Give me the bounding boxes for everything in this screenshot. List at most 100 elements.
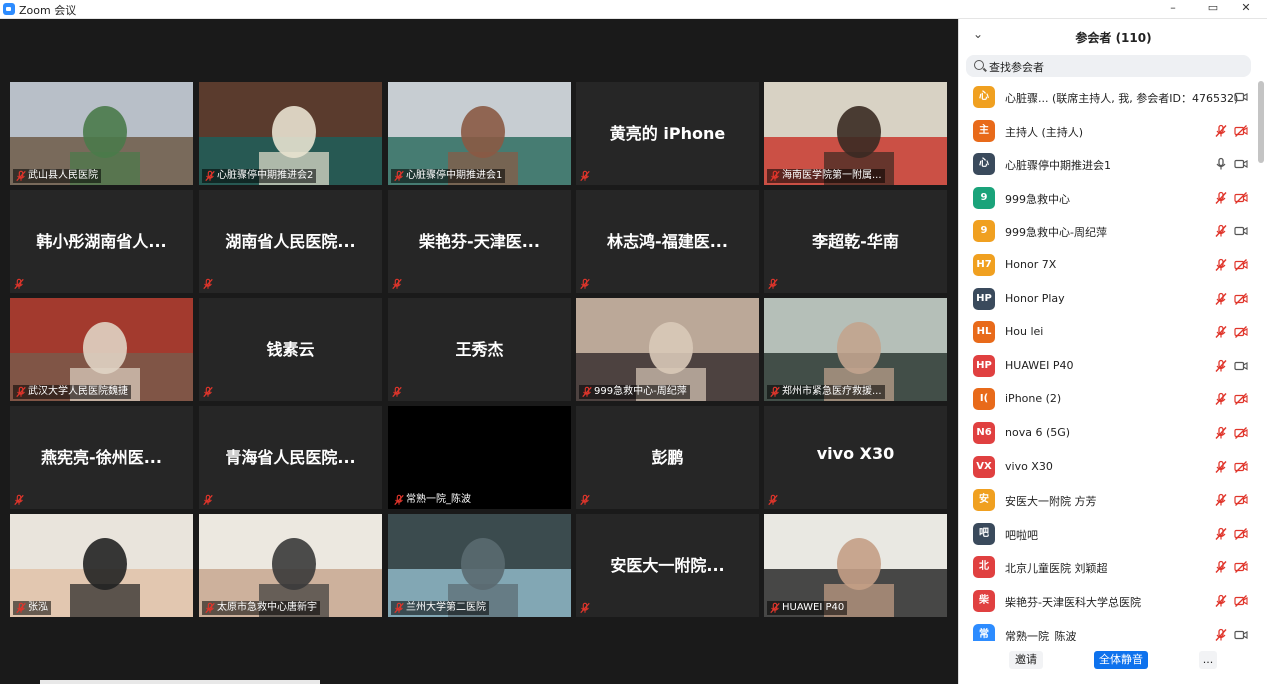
search-participants-input[interactable]: 查找参会者 <box>966 55 1251 77</box>
participant-row[interactable]: H7 Honor 7X <box>959 249 1254 282</box>
participant-row[interactable]: 心心脏骤... (联席主持人, 我, 参会者ID：476532) <box>959 81 1254 114</box>
muted-mic-icon[interactable] <box>1214 460 1228 474</box>
more-button[interactable]: ... <box>1199 651 1217 669</box>
participant-row[interactable]: I(iPhone (2) <box>959 383 1254 416</box>
muted-mic-icon[interactable] <box>202 494 214 506</box>
participant-row[interactable]: HP HUAWEI P40 <box>959 350 1254 383</box>
video-tile[interactable]: 心脏骤停中期推进会2 <box>199 82 382 185</box>
muted-mic-icon[interactable] <box>767 494 779 506</box>
video-tile[interactable]: 郑州市紧急医疗救援... <box>764 298 947 401</box>
video-off-icon[interactable] <box>1234 426 1248 440</box>
video-tile[interactable]: 张泓 <box>10 514 193 617</box>
muted-mic-icon[interactable] <box>769 170 781 182</box>
muted-mic-icon[interactable] <box>581 386 593 398</box>
muted-mic-icon[interactable] <box>769 602 781 614</box>
participant-list-scrollbar[interactable] <box>1257 81 1265 641</box>
muted-mic-icon[interactable] <box>1214 191 1228 205</box>
video-icon[interactable] <box>1234 157 1248 171</box>
video-tile[interactable]: 黄亮的 iPhone <box>576 82 759 185</box>
muted-mic-icon[interactable] <box>393 494 405 506</box>
video-off-icon[interactable] <box>1234 392 1248 406</box>
video-tile[interactable]: vivo X30 <box>764 406 947 509</box>
participant-row[interactable]: 安安医大一附院 方芳 <box>959 484 1254 517</box>
video-tile[interactable]: 武山县人民医院 <box>10 82 193 185</box>
muted-mic-icon[interactable] <box>1214 325 1228 339</box>
video-tile[interactable]: 柴艳芬-天津医... <box>388 190 571 293</box>
muted-mic-icon[interactable] <box>579 278 591 290</box>
video-off-icon[interactable] <box>1234 594 1248 608</box>
video-tile[interactable]: 太原市急救中心唐新宇 <box>199 514 382 617</box>
video-tile[interactable]: 林志鸿-福建医... <box>576 190 759 293</box>
muted-mic-icon[interactable] <box>202 278 214 290</box>
muted-mic-icon[interactable] <box>767 278 779 290</box>
video-tile[interactable]: 海南医学院第一附属... <box>764 82 947 185</box>
participant-row[interactable]: HL Hou lei <box>959 316 1254 349</box>
video-off-icon[interactable] <box>1234 292 1248 306</box>
muted-mic-icon[interactable] <box>1214 224 1228 238</box>
video-off-icon[interactable] <box>1234 191 1248 205</box>
muted-mic-icon[interactable] <box>393 602 405 614</box>
video-off-icon[interactable] <box>1234 460 1248 474</box>
minimize-button[interactable]: – <box>1160 0 1186 18</box>
muted-mic-icon[interactable] <box>1214 392 1228 406</box>
maximize-button[interactable]: ▭ <box>1200 0 1226 18</box>
video-tile[interactable]: 湖南省人民医院... <box>199 190 382 293</box>
video-tile[interactable]: 999急救中心-周纪萍 <box>576 298 759 401</box>
participant-row[interactable]: 吧吧啦吧 <box>959 518 1254 551</box>
muted-mic-icon[interactable] <box>579 602 591 614</box>
muted-mic-icon[interactable] <box>204 170 216 182</box>
muted-mic-icon[interactable] <box>391 278 403 290</box>
video-tile[interactable]: 安医大一附院... <box>576 514 759 617</box>
muted-mic-icon[interactable] <box>15 170 27 182</box>
video-off-icon[interactable] <box>1234 258 1248 272</box>
muted-mic-icon[interactable] <box>1214 594 1228 608</box>
muted-mic-icon[interactable] <box>1214 258 1228 272</box>
mic-icon[interactable] <box>1214 157 1228 171</box>
muted-mic-icon[interactable] <box>15 602 27 614</box>
video-icon[interactable] <box>1234 359 1248 373</box>
video-off-icon[interactable] <box>1234 325 1248 339</box>
mute-all-button[interactable]: 全体静音 <box>1094 651 1148 669</box>
video-tile[interactable]: 心脏骤停中期推进会1 <box>388 82 571 185</box>
muted-mic-icon[interactable] <box>13 494 25 506</box>
video-tile[interactable]: 李超乾-华南 <box>764 190 947 293</box>
close-button[interactable]: ✕ <box>1233 0 1259 18</box>
muted-mic-icon[interactable] <box>1214 560 1228 574</box>
video-icon[interactable] <box>1234 224 1248 238</box>
scrollbar-thumb[interactable] <box>1258 81 1264 163</box>
participant-row[interactable]: 常常熟一院_陈波 <box>959 619 1254 641</box>
video-off-icon[interactable] <box>1234 560 1248 574</box>
participant-row[interactable]: 心心脏骤停中期推进会1 <box>959 148 1254 181</box>
muted-mic-icon[interactable] <box>204 602 216 614</box>
muted-mic-icon[interactable] <box>579 494 591 506</box>
participant-row[interactable]: 主主持人 (主持人) <box>959 115 1254 148</box>
video-tile[interactable]: 青海省人民医院... <box>199 406 382 509</box>
video-tile[interactable]: 王秀杰 <box>388 298 571 401</box>
participant-row[interactable]: 9 999急救中心-周纪萍 <box>959 215 1254 248</box>
muted-mic-icon[interactable] <box>393 170 405 182</box>
participant-row[interactable]: HP Honor Play <box>959 283 1254 316</box>
participant-row[interactable]: 9 999急救中心 <box>959 182 1254 215</box>
muted-mic-icon[interactable] <box>202 386 214 398</box>
invite-button[interactable]: 邀请 <box>1009 651 1043 669</box>
video-tile[interactable]: 韩小彤湖南省人... <box>10 190 193 293</box>
muted-mic-icon[interactable] <box>1214 426 1228 440</box>
participant-row[interactable]: N6 nova 6 (5G) <box>959 417 1254 450</box>
muted-mic-icon[interactable] <box>391 386 403 398</box>
participant-row[interactable]: VX vivo X30 <box>959 451 1254 484</box>
video-icon[interactable] <box>1234 90 1248 104</box>
muted-mic-icon[interactable] <box>1214 124 1228 138</box>
video-off-icon[interactable] <box>1234 124 1248 138</box>
video-tile[interactable]: 钱素云 <box>199 298 382 401</box>
muted-mic-icon[interactable] <box>1214 493 1228 507</box>
video-tile[interactable]: 燕宪亮-徐州医... <box>10 406 193 509</box>
video-tile[interactable]: 彭鹏 <box>576 406 759 509</box>
muted-mic-icon[interactable] <box>1214 628 1228 641</box>
muted-mic-icon[interactable] <box>1214 359 1228 373</box>
video-off-icon[interactable] <box>1234 493 1248 507</box>
participant-row[interactable]: 北北京儿童医院 刘颖超 <box>959 551 1254 584</box>
video-icon[interactable] <box>1234 628 1248 641</box>
participant-row[interactable]: 柴柴艳芬-天津医科大学总医院 <box>959 585 1254 618</box>
video-off-icon[interactable] <box>1234 527 1248 541</box>
muted-mic-icon[interactable] <box>1214 292 1228 306</box>
